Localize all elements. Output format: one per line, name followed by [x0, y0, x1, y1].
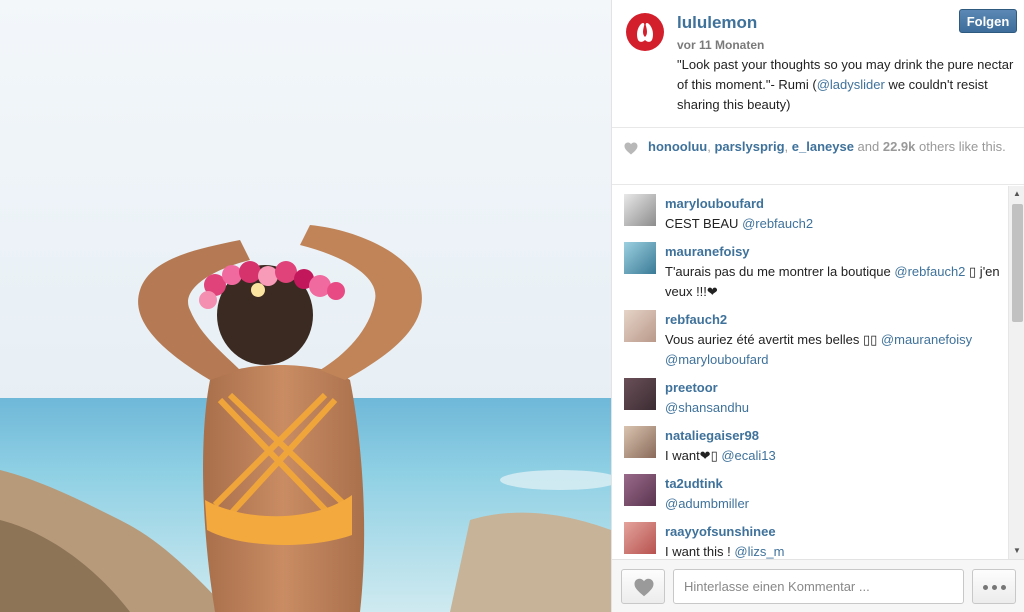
likes-separator: ,	[784, 139, 792, 154]
likes-text: honooluu, parslysprig, e_laneyse and 22.…	[648, 139, 1008, 155]
comments-scrollbar[interactable]: ▲ ▼	[1008, 186, 1024, 559]
comment-avatar[interactable]	[624, 194, 656, 226]
more-dots-icon	[992, 585, 997, 590]
scroll-up-icon[interactable]: ▲	[1009, 186, 1024, 202]
comment-username[interactable]: marylouboufard	[665, 196, 764, 211]
comment-footer	[612, 559, 1024, 612]
comment-body: Vous auriez été avertit mes belles ▯▯	[665, 332, 881, 347]
comment-mention-link[interactable]: @rebfauch2	[894, 264, 965, 279]
scroll-down-icon[interactable]: ▼	[1009, 543, 1024, 559]
heart-icon	[624, 142, 638, 155]
post-username-link[interactable]: lululemon	[677, 13, 757, 33]
comment-body: I want❤▯	[665, 448, 722, 463]
post-caption: "Look past your thoughts so you may drin…	[677, 55, 1017, 115]
comment-item: rebfauch2 Vous auriez été avertit mes be…	[612, 302, 1007, 367]
more-dots-icon	[1001, 585, 1006, 590]
more-options-button[interactable]	[972, 569, 1016, 604]
beach-photo-image	[0, 0, 611, 612]
more-dots-icon	[983, 585, 988, 590]
comment-item: marylouboufard CEST BEAU @rebfauch2	[612, 186, 1007, 234]
likes-summary: honooluu, parslysprig, e_laneyse and 22.…	[612, 128, 1024, 185]
comment-body: T'aurais pas du me montrer la boutique	[665, 264, 895, 279]
comment-mention-link[interactable]: @rebfauch2	[742, 216, 813, 231]
comment-item: ta2udtink @adumbmiller	[612, 466, 1007, 514]
comment-body: I want this !	[665, 544, 735, 559]
comment-item: nataliegaiser98 I want❤▯ @ecali13	[612, 418, 1007, 466]
comment-mention-link[interactable]: @marylouboufard	[665, 352, 769, 367]
comment-body: CEST BEAU	[665, 216, 743, 231]
comment-username[interactable]: rebfauch2	[665, 312, 727, 327]
comment-text: @adumbmiller	[665, 494, 1000, 514]
comment-mention-link[interactable]: @mauranefoisy	[881, 332, 972, 347]
liker-link[interactable]: honooluu	[648, 139, 707, 154]
liker-link[interactable]: e_laneyse	[792, 139, 854, 154]
liker-link[interactable]: parslysprig	[714, 139, 784, 154]
comment-text: I want❤▯ @ecali13	[665, 446, 1000, 466]
comment-text: @shansandhu	[665, 398, 1000, 418]
comment-item: mauranefoisy T'aurais pas du me montrer …	[612, 234, 1007, 299]
comment-item: raayyofsunshinee I want this ! @lizs_m	[612, 514, 1007, 559]
comment-username[interactable]: raayyofsunshinee	[665, 524, 776, 539]
comment-mention-link[interactable]: @ecali13	[721, 448, 775, 463]
comment-username[interactable]: nataliegaiser98	[665, 428, 759, 443]
caption-mention-link[interactable]: @ladyslider	[817, 77, 885, 92]
heart-icon	[634, 578, 654, 597]
post-photo	[0, 0, 611, 612]
like-button[interactable]	[621, 569, 665, 604]
comment-avatar[interactable]	[624, 378, 656, 410]
post-sidebar: lululemon Folgen vor 11 Monaten "Look pa…	[611, 0, 1024, 612]
comment-username[interactable]: preetoor	[665, 380, 718, 395]
comment-item: preetoor @shansandhu	[612, 370, 1007, 418]
post-header: lululemon Folgen vor 11 Monaten "Look pa…	[612, 0, 1024, 128]
likes-count[interactable]: 22.9k	[883, 139, 916, 154]
comment-avatar[interactable]	[624, 426, 656, 458]
likes-and-text: and	[853, 139, 883, 154]
comment-avatar[interactable]	[624, 474, 656, 506]
comment-avatar[interactable]	[624, 522, 656, 554]
comments-list[interactable]: marylouboufard CEST BEAU @rebfauch2 maur…	[612, 186, 1024, 559]
likes-suffix: others like this.	[915, 139, 1006, 154]
lululemon-logo-icon[interactable]	[626, 13, 664, 51]
comment-text: I want this ! @lizs_m	[665, 542, 1000, 559]
follow-button[interactable]: Folgen	[959, 9, 1017, 33]
post-timestamp: vor 11 Monaten	[677, 38, 765, 52]
comment-mention-link[interactable]: @lizs_m	[734, 544, 784, 559]
comment-text: T'aurais pas du me montrer la boutique @…	[665, 262, 1000, 302]
comment-text: Vous auriez été avertit mes belles ▯▯ @m…	[665, 330, 1000, 370]
comment-mention-link[interactable]: @shansandhu	[665, 400, 749, 415]
scrollbar-thumb[interactable]	[1012, 204, 1023, 322]
comment-username[interactable]: mauranefoisy	[665, 244, 750, 259]
comment-username[interactable]: ta2udtink	[665, 476, 723, 491]
comment-avatar[interactable]	[624, 242, 656, 274]
comment-text: CEST BEAU @rebfauch2	[665, 214, 1000, 234]
comment-avatar[interactable]	[624, 310, 656, 342]
comment-input[interactable]	[673, 569, 964, 604]
comment-mention-link[interactable]: @adumbmiller	[665, 496, 749, 511]
